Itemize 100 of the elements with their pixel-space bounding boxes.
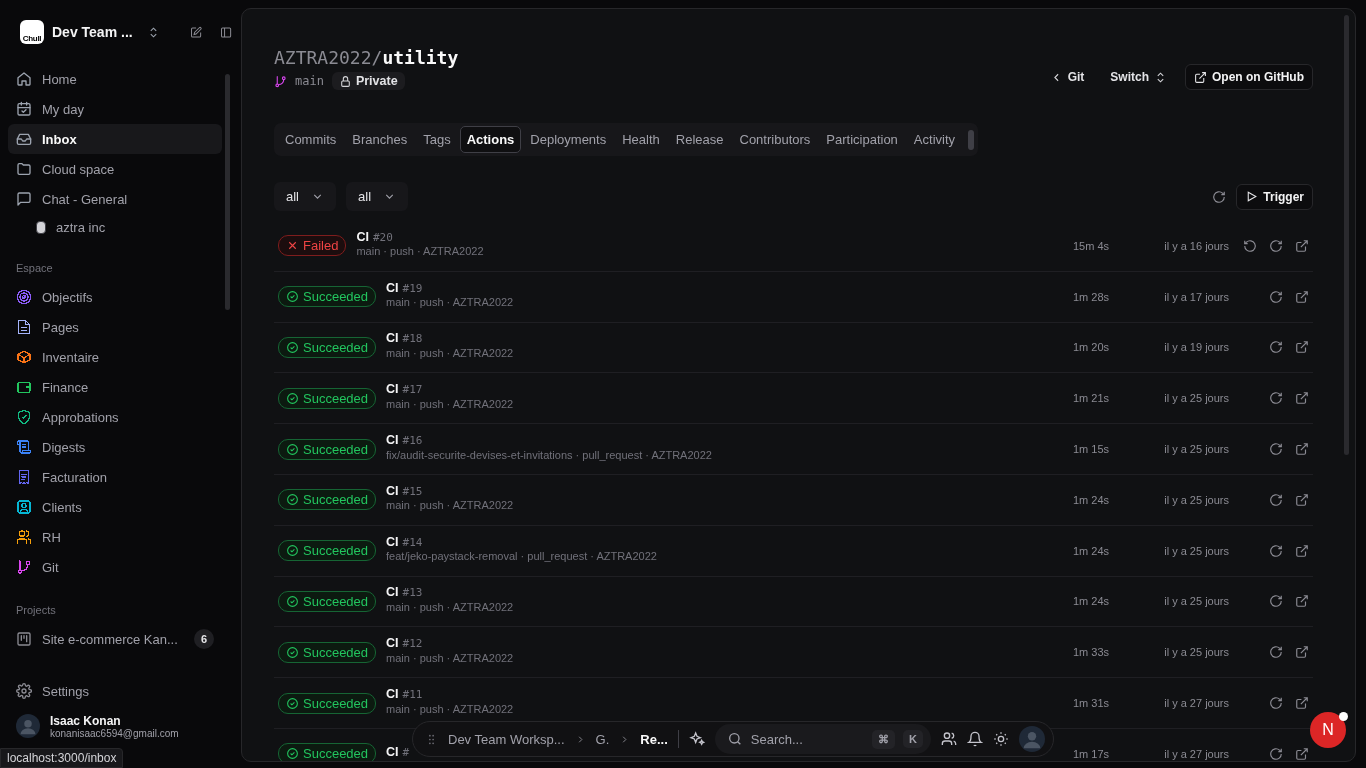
section-heading: Espace [15, 261, 54, 276]
workspace-logo[interactable]: Chull [20, 20, 44, 44]
run-meta: main · push · AZTRA2022 [386, 499, 514, 512]
tab[interactable]: Health [615, 126, 667, 153]
back-button[interactable]: Git [1041, 66, 1093, 88]
nav-item[interactable]: Finance [8, 372, 222, 402]
workflow-name[interactable]: CI [386, 382, 399, 397]
run-meta: main · push · AZTRA2022 [386, 651, 514, 665]
refresh-icon[interactable] [1269, 391, 1283, 406]
external-link-icon[interactable] [1295, 289, 1309, 304]
undo-icon[interactable] [1243, 238, 1257, 253]
status-url: localhost:3000/inbox [0, 748, 124, 768]
nav-item[interactable]: Approbations [8, 402, 222, 432]
nav-item[interactable]: RH [8, 522, 222, 552]
tab[interactable]: Release [668, 126, 731, 153]
switch-button[interactable]: Switch [1102, 66, 1175, 88]
nav-item[interactable]: Chat - General [8, 184, 222, 214]
tab[interactable]: Branches [345, 126, 415, 153]
tab[interactable]: Contributors [732, 126, 818, 153]
external-link-icon[interactable] [1295, 696, 1309, 711]
scrollbar[interactable] [968, 129, 975, 150]
nav-item[interactable]: Git [8, 552, 222, 582]
shortcut-key: K [903, 730, 923, 748]
breadcrumb[interactable]: Re... [640, 731, 668, 747]
refresh-icon[interactable] [1269, 238, 1283, 253]
workflow-name[interactable]: CI [386, 686, 399, 702]
home-icon [16, 71, 32, 87]
edit-icon[interactable] [189, 24, 202, 40]
nav-item[interactable]: My day [8, 94, 222, 124]
external-link-icon[interactable] [1295, 391, 1309, 406]
external-link-icon[interactable] [1295, 238, 1309, 253]
refresh-icon[interactable] [1269, 696, 1283, 711]
external-link-icon[interactable] [1295, 594, 1309, 609]
open-on-github-button[interactable]: Open on GitHub [1185, 64, 1313, 90]
nav-item[interactable]: Objectifs [8, 282, 222, 312]
nav-item[interactable]: Clients [8, 492, 222, 522]
workflow-name[interactable]: CI [356, 229, 369, 245]
nav-item[interactable]: Inbox [8, 124, 222, 154]
workflow-name[interactable]: CI [386, 483, 399, 499]
bell-icon[interactable] [967, 731, 983, 747]
nav-item[interactable]: Pages [8, 312, 222, 342]
workspace-switcher[interactable]: Dev Team ... [50, 24, 162, 40]
workflow-name[interactable]: CI [386, 585, 399, 600]
sidebar-toggle-icon[interactable] [219, 24, 232, 40]
refresh-icon[interactable] [1269, 289, 1283, 304]
nav-item[interactable]: Inventaire [8, 342, 222, 372]
breadcrumb[interactable]: Dev Team Worksp... [448, 731, 565, 747]
check-circle-icon [286, 594, 299, 608]
tab[interactable]: Participation [819, 126, 905, 153]
sparkles-icon[interactable] [688, 731, 705, 747]
refresh-icon[interactable] [1269, 746, 1283, 761]
tab[interactable]: Commits [278, 126, 344, 153]
nav-label: aztra inc [56, 219, 106, 235]
refresh-icon[interactable] [1269, 492, 1283, 507]
refresh-icon[interactable] [1269, 543, 1283, 558]
external-link-icon[interactable] [1295, 543, 1309, 558]
nav-item[interactable]: Cloud space [8, 154, 222, 184]
settings-item[interactable]: Settings [8, 676, 222, 706]
external-link-icon[interactable] [1295, 340, 1309, 355]
tab[interactable]: Actions [459, 126, 522, 153]
external-link-icon[interactable] [1295, 442, 1309, 457]
lock-icon [338, 74, 352, 88]
nav-item[interactable]: Home [8, 64, 222, 94]
refresh-icon[interactable] [1212, 189, 1227, 204]
workflow-name[interactable]: CI [386, 534, 399, 549]
check-circle-icon [286, 391, 299, 405]
refresh-icon[interactable] [1269, 340, 1283, 355]
sun-icon[interactable] [993, 731, 1009, 747]
user-avatar-icon[interactable] [1019, 726, 1045, 752]
nav-item[interactable]: Facturation [8, 462, 222, 492]
breadcrumb[interactable]: G. [595, 731, 610, 747]
run-time: il y a 16 jours [1163, 239, 1229, 252]
tab[interactable]: Deployments [523, 126, 614, 153]
trigger-button[interactable]: Trigger [1236, 183, 1313, 210]
external-link-icon[interactable] [1295, 645, 1309, 660]
external-link-icon[interactable] [1295, 746, 1309, 761]
workflow-name[interactable]: CI [386, 331, 399, 346]
search-field[interactable]: Search... ⌘ K [714, 724, 931, 754]
nav-label: My day [42, 101, 84, 117]
refresh-icon[interactable] [1269, 594, 1283, 609]
workflow-name[interactable]: CI [386, 280, 399, 295]
refresh-icon[interactable] [1269, 442, 1283, 457]
users-icon[interactable] [941, 731, 957, 747]
workflow-name[interactable]: CI [386, 432, 399, 448]
project-item[interactable]: Site e-commerce Kan... 6 [8, 624, 222, 654]
scrollbar[interactable] [225, 74, 230, 310]
scrollbar[interactable] [1344, 15, 1349, 455]
user-avatar-icon[interactable] [16, 714, 40, 738]
external-link-icon[interactable] [1295, 492, 1309, 507]
workflow-name[interactable]: CI [386, 636, 399, 651]
branch-name: main [295, 74, 324, 88]
nav-item[interactable]: aztra inc [8, 214, 222, 240]
check-circle-icon [286, 290, 299, 304]
nav-item[interactable]: Digests [8, 432, 222, 462]
workflow-name[interactable]: CI [386, 744, 399, 759]
refresh-icon[interactable] [1269, 645, 1283, 660]
tab[interactable]: Tags [416, 126, 458, 153]
filter-dropdown[interactable]: all [274, 182, 336, 211]
filter-dropdown[interactable]: all [346, 182, 409, 211]
tab[interactable]: Activity [906, 126, 963, 153]
